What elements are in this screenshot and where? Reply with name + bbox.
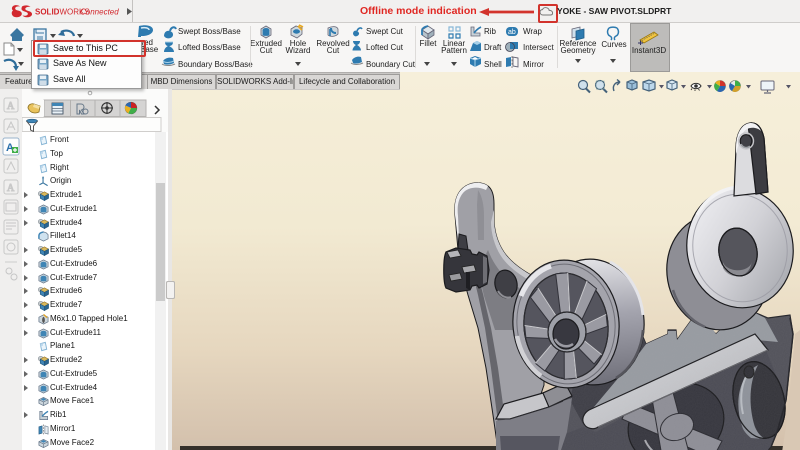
svg-text:A: A (7, 101, 15, 112)
svg-text:A: A (7, 183, 15, 194)
svg-text:ab: ab (508, 29, 516, 36)
svg-text:Connected: Connected (80, 8, 119, 17)
